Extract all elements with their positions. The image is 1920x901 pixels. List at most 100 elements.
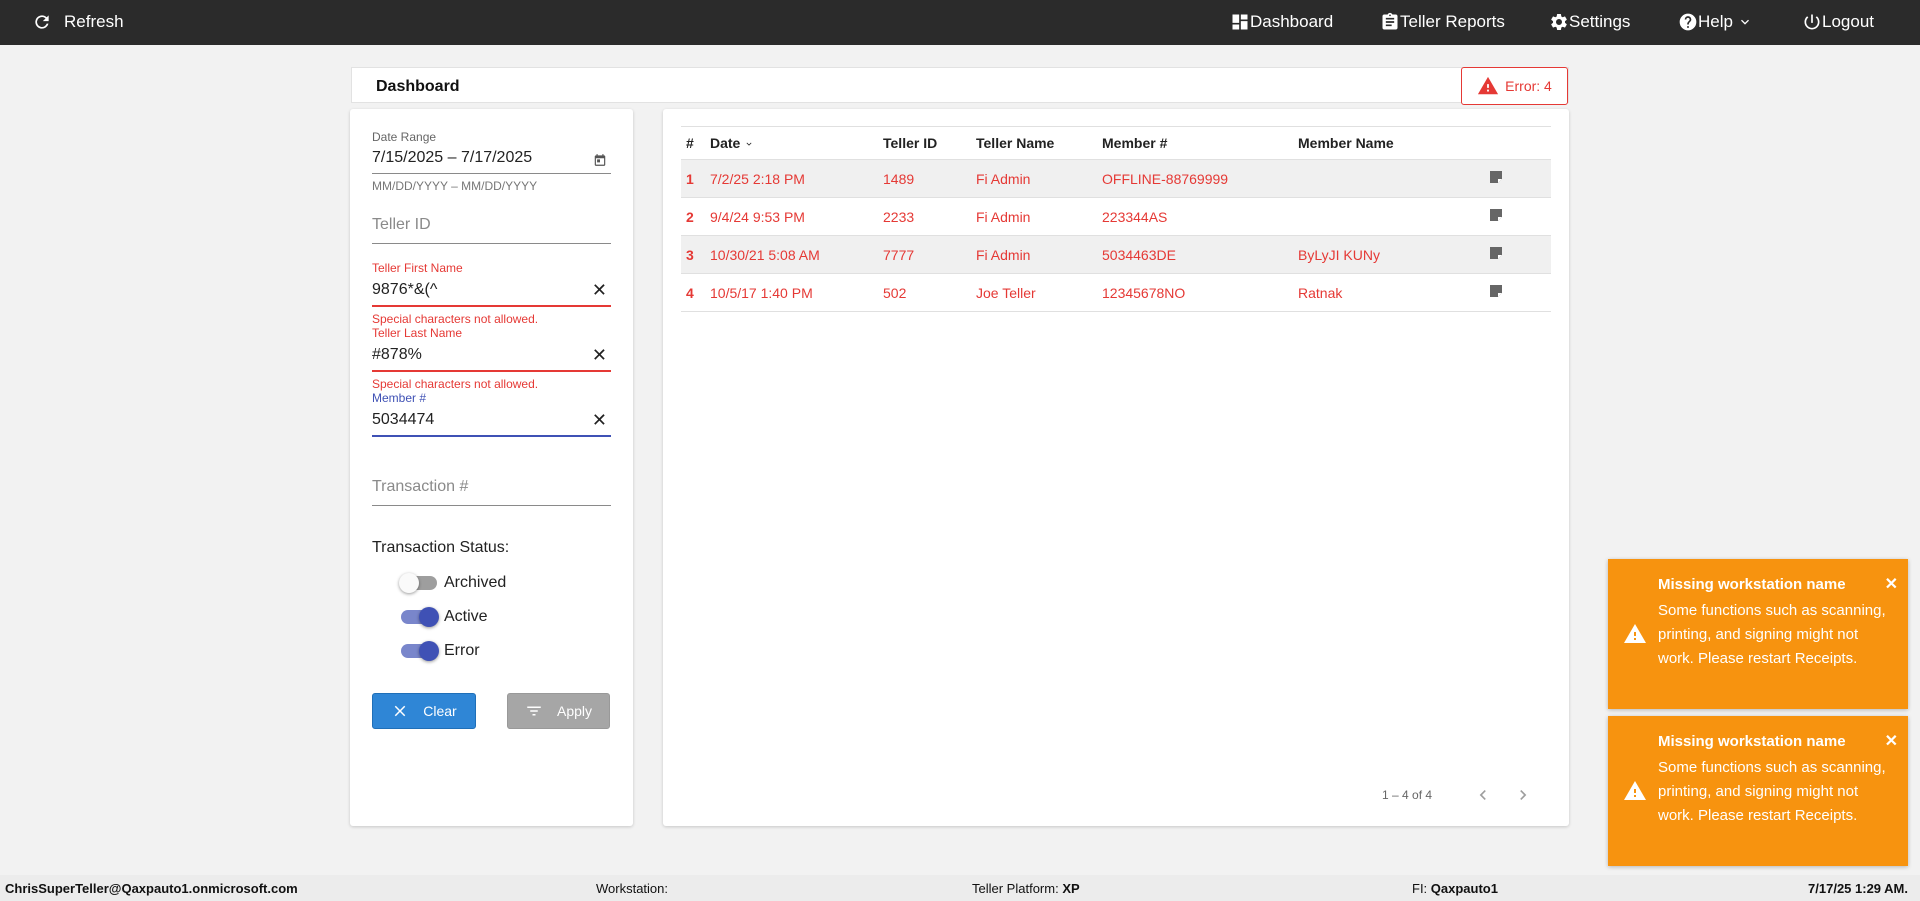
footer-user: ChrisSuperTeller@Qaxpauto1.onmicrosoft.c… xyxy=(5,881,298,896)
row-notes-cell xyxy=(1483,273,1551,312)
row-date: 10/30/21 5:08 AM xyxy=(705,235,878,274)
table-row[interactable]: 1 7/2/25 2:18 PM 1489 Fi Admin OFFLINE-8… xyxy=(681,159,1551,198)
error-toggle[interactable] xyxy=(401,641,439,661)
apply-button[interactable]: Apply xyxy=(507,693,610,729)
close-icon xyxy=(395,705,406,717)
nav-teller-reports[interactable]: Teller Reports xyxy=(1380,12,1505,32)
member-number-label: Member # xyxy=(372,391,427,405)
column-header-teller-id[interactable]: Teller ID xyxy=(878,126,971,160)
toggle-row-archived: Archived xyxy=(399,573,506,593)
nav-help[interactable]: Help xyxy=(1678,12,1753,32)
teller-id-field[interactable]: Teller ID xyxy=(372,213,611,244)
toast-title: Missing workstation name xyxy=(1658,576,1846,593)
filter-icon xyxy=(527,706,541,716)
date-range-field[interactable]: Date Range 7/15/2025 – 7/17/2025 MM/DD/Y… xyxy=(372,130,611,193)
error-count-button[interactable]: Error: 4 xyxy=(1461,67,1568,105)
row-member-number: 12345678NO xyxy=(1097,273,1293,312)
footer-workstation-label: Workstation: xyxy=(596,881,669,896)
filter-panel: Date Range 7/15/2025 – 7/17/2025 MM/DD/Y… xyxy=(350,109,633,826)
table-row[interactable]: 4 10/5/17 1:40 PM 502 Joe Teller 1234567… xyxy=(681,273,1551,312)
row-teller-name: Fi Admin xyxy=(971,197,1097,236)
date-range-hint: MM/DD/YYYY – MM/DD/YYYY xyxy=(372,179,538,193)
chevron-down-icon xyxy=(1740,19,1749,25)
member-number-underline xyxy=(372,435,611,437)
row-date: 10/5/17 1:40 PM xyxy=(705,273,878,312)
table-header-row: # Date Teller ID Teller Name Member # Me… xyxy=(681,126,1551,160)
clear-member-number-icon[interactable]: ✕ xyxy=(592,411,607,429)
date-range-input[interactable]: 7/15/2025 – 7/17/2025 xyxy=(372,146,611,170)
column-header-date[interactable]: Date xyxy=(705,126,878,160)
toast-notification: Missing workstation name Some functions … xyxy=(1608,559,1908,709)
teller-first-name-input[interactable]: 9876*&(^ xyxy=(372,278,611,302)
footer-fi-value: Qaxpauto1 xyxy=(1430,881,1498,896)
power-icon xyxy=(1804,14,1820,30)
calendar-icon[interactable] xyxy=(593,153,607,167)
refresh-button[interactable]: Refresh xyxy=(32,12,124,32)
footer-platform-label: Teller Platform: xyxy=(972,881,1059,896)
row-member-name xyxy=(1293,197,1483,236)
row-member-name: ByLyJI KUNy xyxy=(1293,235,1483,274)
member-number-input[interactable]: 5034474 xyxy=(372,408,611,432)
error-toggle-label: Error xyxy=(444,642,480,659)
table-row[interactable]: 2 9/4/24 9:53 PM 2233 Fi Admin 223344AS xyxy=(681,197,1551,236)
teller-last-name-underline xyxy=(372,370,611,372)
sort-down-icon xyxy=(746,142,752,146)
nav-dashboard[interactable]: Dashboard xyxy=(1230,12,1333,32)
footer-fi: FI: Qaxpauto1 xyxy=(1412,881,1498,896)
transaction-status-title: Transaction Status: xyxy=(372,539,510,556)
footer-platform-value: XP xyxy=(1062,881,1080,896)
row-member-number: 223344AS xyxy=(1097,197,1293,236)
results-panel: # Date Teller ID Teller Name Member # Me… xyxy=(663,109,1569,826)
teller-id-input[interactable]: Teller ID xyxy=(372,213,611,237)
nav-settings-label: Settings xyxy=(1569,12,1631,31)
row-teller-id: 7777 xyxy=(878,235,971,274)
transaction-number-input[interactable]: Transaction # xyxy=(372,475,611,499)
nav-logout[interactable]: Logout xyxy=(1802,12,1874,32)
teller-last-name-input[interactable]: #878% xyxy=(372,343,611,367)
toast-message: Some functions such as scanning, printin… xyxy=(1658,602,1886,667)
toast-close-icon[interactable]: ✕ xyxy=(1885,574,1898,594)
row-member-name xyxy=(1293,159,1483,198)
nav-help-label: Help xyxy=(1698,12,1733,31)
table-row[interactable]: 3 10/30/21 5:08 AM 7777 Fi Admin 5034463… xyxy=(681,235,1551,274)
footer-platform: Teller Platform: XP xyxy=(972,881,1080,896)
row-notes-cell xyxy=(1483,159,1551,198)
archived-toggle[interactable] xyxy=(399,573,437,593)
column-header-member-name[interactable]: Member Name xyxy=(1293,126,1483,160)
note-icon[interactable] xyxy=(1488,245,1504,261)
active-toggle[interactable] xyxy=(401,607,439,627)
note-icon[interactable] xyxy=(1488,207,1504,223)
nav-dashboard-label: Dashboard xyxy=(1250,12,1334,31)
clear-button[interactable]: Clear xyxy=(372,693,476,729)
row-teller-id: 2233 xyxy=(878,197,971,236)
teller-last-name-field[interactable]: Teller Last Name #878% ✕ Special charact… xyxy=(372,326,611,391)
footer-datetime: 7/17/25 1:29 AM. xyxy=(1808,881,1908,896)
nav-settings[interactable]: Settings xyxy=(1549,12,1630,32)
nav-teller-reports-label: Teller Reports xyxy=(1400,12,1505,31)
gear-icon xyxy=(1551,13,1567,30)
clipboard-icon xyxy=(1382,12,1398,30)
next-page-icon[interactable] xyxy=(1513,785,1533,805)
teller-last-name-label: Teller Last Name xyxy=(372,326,463,340)
note-icon[interactable] xyxy=(1488,283,1504,299)
column-header-teller-name[interactable]: Teller Name xyxy=(971,126,1097,160)
toggle-row-active: Active xyxy=(401,607,488,627)
date-range-label: Date Range xyxy=(372,130,437,144)
clear-first-name-icon[interactable]: ✕ xyxy=(592,281,607,299)
row-teller-id: 502 xyxy=(878,273,971,312)
row-teller-name: Fi Admin xyxy=(971,235,1097,274)
row-number: 4 xyxy=(681,273,705,312)
toggle-row-error: Error xyxy=(401,641,480,661)
teller-last-name-error: Special characters not allowed. xyxy=(372,377,539,391)
clear-button-label: Clear xyxy=(423,703,457,719)
clear-last-name-icon[interactable]: ✕ xyxy=(592,346,607,364)
top-navigation-bar: Refresh Dashboard Teller Reports Setting… xyxy=(0,0,1920,45)
previous-page-icon[interactable] xyxy=(1473,785,1493,805)
toast-close-icon[interactable]: ✕ xyxy=(1885,731,1898,751)
note-icon[interactable] xyxy=(1488,169,1504,185)
teller-first-name-field[interactable]: Teller First Name 9876*&(^ ✕ Special cha… xyxy=(372,261,611,326)
transactions-table: # Date Teller ID Teller Name Member # Me… xyxy=(681,126,1551,312)
member-number-field[interactable]: Member # 5034474 ✕ xyxy=(372,391,611,437)
column-header-member-number[interactable]: Member # xyxy=(1097,126,1293,160)
transaction-number-field[interactable]: Transaction # xyxy=(372,475,611,506)
